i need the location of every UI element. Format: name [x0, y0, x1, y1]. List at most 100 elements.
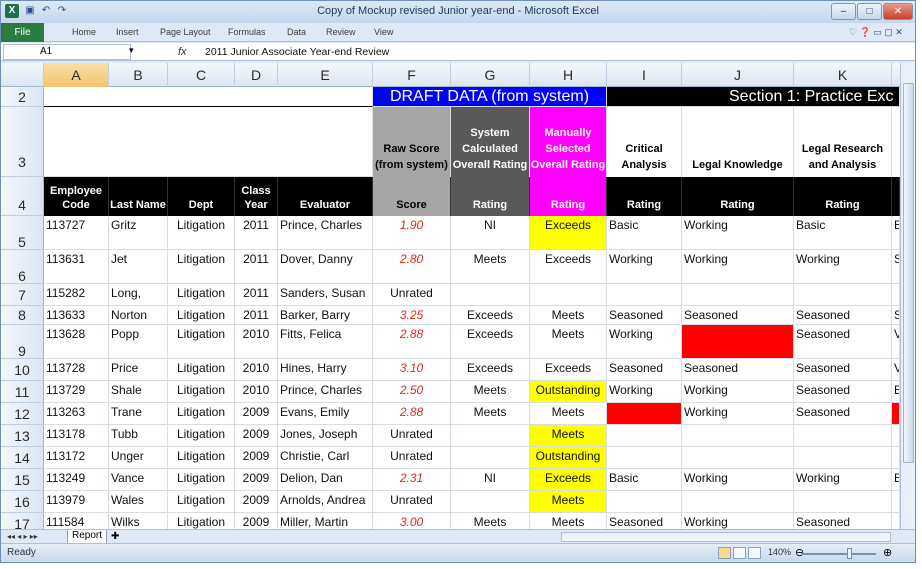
- row-header-3[interactable]: 3: [1, 107, 44, 177]
- cell-dept-row10[interactable]: Litigation: [168, 359, 235, 381]
- cell-crit-row17[interactable]: Seasoned: [607, 513, 682, 529]
- cell-sys-row14[interactable]: [451, 447, 530, 469]
- dept-header[interactable]: Dept: [168, 177, 235, 216]
- vertical-scrollbar[interactable]: [900, 63, 915, 529]
- row-header-5[interactable]: 5: [1, 216, 44, 250]
- cell-man-row8[interactable]: Meets: [530, 306, 607, 325]
- cell-crit-row11[interactable]: Working: [607, 381, 682, 403]
- cell-dept-row17[interactable]: Litigation: [168, 513, 235, 529]
- cell-year-row9[interactable]: 2010: [235, 325, 278, 359]
- cell-dept-row14[interactable]: Litigation: [168, 447, 235, 469]
- cell-crit-row5[interactable]: Basic: [607, 216, 682, 250]
- manual-rating-header[interactable]: Manually Selected Overall Rating: [530, 107, 607, 177]
- cell-man-row11[interactable]: Outstanding: [530, 381, 607, 403]
- cell-extra-row17[interactable]: [892, 513, 900, 529]
- column-header-h[interactable]: H: [530, 63, 607, 87]
- cell-score-row16[interactable]: Unrated: [373, 491, 451, 513]
- cell-dept-row12[interactable]: Litigation: [168, 403, 235, 425]
- cell-name-row9[interactable]: Popp: [109, 325, 168, 359]
- cell-sys-row10[interactable]: Exceeds: [451, 359, 530, 381]
- cell-code-row16[interactable]: 113979: [44, 491, 109, 513]
- row-header-7[interactable]: 7: [1, 284, 44, 306]
- formula-input[interactable]: 2011 Junior Associate Year-end Review: [205, 43, 389, 61]
- manual-rating-label[interactable]: Rating: [530, 177, 607, 216]
- row-header-8[interactable]: 8: [1, 306, 44, 325]
- cell-sys-row11[interactable]: Meets: [451, 381, 530, 403]
- cell-sys-row13[interactable]: [451, 425, 530, 447]
- cell-man-row5[interactable]: Exceeds: [530, 216, 607, 250]
- cell-name-row10[interactable]: Price: [109, 359, 168, 381]
- cell-extra-row6[interactable]: S: [892, 250, 900, 284]
- select-all-corner[interactable]: [1, 63, 44, 87]
- zoom-slider[interactable]: [801, 553, 876, 555]
- cell-score-row13[interactable]: Unrated: [373, 425, 451, 447]
- cell-man-row7[interactable]: [530, 284, 607, 306]
- zoom-level[interactable]: 140%: [768, 547, 791, 557]
- cell-score-row10[interactable]: 3.10: [373, 359, 451, 381]
- row-header-4[interactable]: 4: [1, 177, 44, 216]
- critical-analysis-header[interactable]: Critical Analysis: [607, 107, 682, 177]
- cell-dept-row6[interactable]: Litigation: [168, 250, 235, 284]
- cell-dept-row16[interactable]: Litigation: [168, 491, 235, 513]
- row-header-14[interactable]: 14: [1, 447, 44, 469]
- cell-dept-row8[interactable]: Litigation: [168, 306, 235, 325]
- cell-year-row17[interactable]: 2009: [235, 513, 278, 529]
- cell-score-row14[interactable]: Unrated: [373, 447, 451, 469]
- cell-dept-row11[interactable]: Litigation: [168, 381, 235, 403]
- row-header-15[interactable]: 15: [1, 469, 44, 491]
- cell-name-row8[interactable]: Norton: [109, 306, 168, 325]
- column-header-i[interactable]: I: [607, 63, 682, 87]
- cell-code-row11[interactable]: 113729: [44, 381, 109, 403]
- cell-man-row9[interactable]: Meets: [530, 325, 607, 359]
- cell-research-row9[interactable]: Seasoned: [794, 325, 892, 359]
- cell-man-row15[interactable]: Exceeds: [530, 469, 607, 491]
- cell-name-row6[interactable]: Jet: [109, 250, 168, 284]
- cell-year-row13[interactable]: 2009: [235, 425, 278, 447]
- maximize-button[interactable]: □: [857, 3, 882, 20]
- cell-research-row15[interactable]: Working: [794, 469, 892, 491]
- close-button[interactable]: ✕: [883, 3, 913, 20]
- cell-extra-row10[interactable]: V: [892, 359, 900, 381]
- cell-know-row13[interactable]: [682, 425, 794, 447]
- row-header-2[interactable]: 2: [1, 87, 44, 107]
- cell-evaluator-row10[interactable]: Hines, Harry: [278, 359, 373, 381]
- legal-knowledge-header[interactable]: Legal Knowledge: [682, 107, 794, 177]
- cell-know-row11[interactable]: Working: [682, 381, 794, 403]
- cell-research-row11[interactable]: Seasoned: [794, 381, 892, 403]
- cell-score-row12[interactable]: 2.88: [373, 403, 451, 425]
- cell-code-row8[interactable]: 113633: [44, 306, 109, 325]
- cell-evaluator-row13[interactable]: Jones, Joseph: [278, 425, 373, 447]
- cell-evaluator-row6[interactable]: Dover, Danny: [278, 250, 373, 284]
- cell-research-row10[interactable]: Seasoned: [794, 359, 892, 381]
- cell-code-row10[interactable]: 113728: [44, 359, 109, 381]
- horizontal-scrollbar[interactable]: [561, 532, 891, 542]
- cell-crit-row10[interactable]: Seasoned: [607, 359, 682, 381]
- cell-evaluator-row7[interactable]: Sanders, Susan: [278, 284, 373, 306]
- cell-dept-row9[interactable]: Litigation: [168, 325, 235, 359]
- section-banner[interactable]: Section 1: Practice Exc: [607, 87, 900, 107]
- tab-home[interactable]: Home: [72, 23, 96, 42]
- cell-sys-row8[interactable]: Exceeds: [451, 306, 530, 325]
- system-rating-label[interactable]: Rating: [451, 177, 530, 216]
- research-rating-label[interactable]: Rating: [794, 177, 892, 216]
- cell-research-row16[interactable]: [794, 491, 892, 513]
- column-header-f[interactable]: F: [373, 63, 451, 87]
- function-icon[interactable]: fx: [178, 43, 187, 61]
- cell-know-row17[interactable]: Working: [682, 513, 794, 529]
- sheet-nav-arrows-icon[interactable]: ◂◂ ◂ ▸ ▸▸: [7, 530, 38, 543]
- cell-crit-row7[interactable]: [607, 284, 682, 306]
- cell-code-row12[interactable]: 113263: [44, 403, 109, 425]
- cell-research-row5[interactable]: Basic: [794, 216, 892, 250]
- cell-year-row14[interactable]: 2009: [235, 447, 278, 469]
- cell-evaluator-row8[interactable]: Barker, Barry: [278, 306, 373, 325]
- cell-sys-row15[interactable]: NI: [451, 469, 530, 491]
- cell-know-row16[interactable]: [682, 491, 794, 513]
- cell-dept-row15[interactable]: Litigation: [168, 469, 235, 491]
- cell-sys-row6[interactable]: Meets: [451, 250, 530, 284]
- cell-code-row17[interactable]: 111584: [44, 513, 109, 529]
- column-header-d[interactable]: D: [235, 63, 278, 87]
- cell-research-row17[interactable]: Seasoned: [794, 513, 892, 529]
- cell-dept-row5[interactable]: Litigation: [168, 216, 235, 250]
- tab-view[interactable]: View: [374, 23, 393, 42]
- cell-research-row6[interactable]: Working: [794, 250, 892, 284]
